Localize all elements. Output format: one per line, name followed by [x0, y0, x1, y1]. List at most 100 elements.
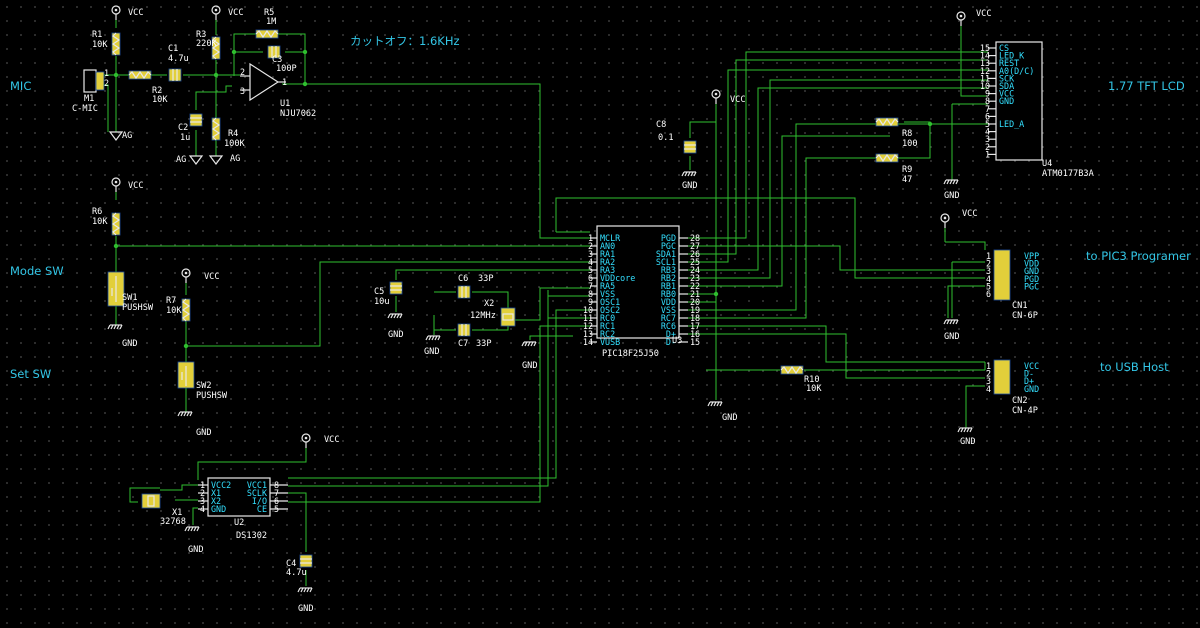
u2-pin-signal: CE: [257, 504, 267, 514]
ref-c5: C5: [374, 287, 384, 297]
val-r8: 100: [902, 139, 918, 149]
ref-u3: U3: [672, 336, 682, 346]
gnd-label: GND: [122, 339, 138, 349]
tft-label: 1.77 TFT LCD: [1108, 79, 1185, 93]
ref-r9: R9: [902, 165, 912, 175]
vcc-label: VCC: [228, 8, 244, 18]
u2-pin-number: 4: [200, 504, 205, 514]
usb-host-label: to USB Host: [1100, 360, 1169, 374]
val-r4: 100K: [224, 139, 246, 149]
u4-pin-number: 1: [985, 149, 990, 159]
mic-m1: [83, 69, 105, 93]
val-r2: 10K: [152, 95, 168, 105]
ref-r7: R7: [166, 296, 176, 306]
ref-u1: U1: [280, 99, 290, 109]
ref-sw2: SW2: [196, 381, 212, 391]
val-sw1: PUSHSW: [122, 303, 154, 313]
u1-pin-3: 3: [240, 86, 245, 96]
ag-label: AG: [230, 154, 240, 164]
val-r3: 220K: [196, 39, 218, 49]
ref-u4: U4: [1042, 159, 1052, 169]
programmer-label: to PIC3 Programer: [1086, 249, 1191, 263]
u2-pin-signal: GND: [211, 504, 226, 514]
val-c1: 4.7u: [168, 54, 189, 64]
val-cn2: CN-4P: [1012, 406, 1038, 416]
val-u1: NJU7062: [280, 109, 316, 119]
gnd-label: GND: [196, 428, 212, 438]
gnd-label: GND: [424, 347, 440, 357]
val-x1: 32768: [160, 517, 186, 527]
val-c7: 33P: [476, 339, 492, 349]
cn1-pin-signal: PGC: [1024, 281, 1039, 291]
gnd-label: GND: [522, 361, 538, 371]
u1-pin-2: 2: [240, 67, 245, 77]
gnd-label: GND: [944, 332, 960, 342]
val-r5: 1M: [266, 17, 276, 27]
vcc-label: VCC: [324, 435, 340, 445]
schematic-svg: 1 MCLR2 AN03 RA14 RA25 RA36 VDDcore7 RA58 VSS9 OS…: [10, 5, 1191, 614]
vcc-label: VCC: [962, 209, 978, 219]
vcc-label: VCC: [730, 95, 746, 105]
ref-c7: C7: [458, 339, 468, 349]
val-r9: 47: [902, 175, 912, 185]
ref-cn2: CN2: [1012, 396, 1028, 406]
gnd-label: GND: [298, 604, 314, 614]
ref-cn1: CN1: [1012, 301, 1028, 311]
val-sw2: PUSHSW: [196, 391, 228, 401]
val-r7: 10K: [166, 306, 182, 316]
ref-c8: C8: [656, 120, 666, 130]
m1-pin-1: 1: [104, 68, 109, 78]
val-r10: 10K: [806, 384, 822, 394]
m1-pin-2: 2: [104, 78, 109, 88]
gnd-label: GND: [388, 330, 404, 340]
cn2-pin-number: 4: [986, 384, 991, 394]
mic-label: MIC: [10, 79, 31, 93]
val-r1: 10K: [92, 40, 108, 50]
u1-pin-1: 1: [282, 77, 287, 87]
ref-m1: M1: [84, 94, 94, 104]
val-u3: PIC18F25J50: [602, 349, 659, 359]
mode-sw-label: Mode SW: [10, 264, 64, 278]
u2-pin-number: 5: [274, 504, 279, 514]
val-c8: 0.1: [658, 133, 674, 143]
vcc-label: VCC: [976, 9, 992, 19]
val-c6: 33P: [478, 274, 494, 284]
ag-label: AG: [122, 131, 132, 141]
ref-r6: R6: [92, 207, 102, 217]
u3-pin-number: 14: [583, 337, 593, 347]
ref-x2: X2: [484, 299, 494, 309]
val-x2: 12MHz: [470, 311, 496, 321]
ref-sw1: SW1: [122, 293, 138, 303]
val-cn1: CN-6P: [1012, 311, 1038, 321]
schematic-canvas: 1 MCLR 2 AN0 3 RA1 4 RA2 5 RA3 6 VDDcore 7 RA5 8 VSS 9 OS…: [0, 0, 1200, 628]
ref-u2: U2: [234, 518, 244, 528]
gnd-label: GND: [960, 437, 976, 447]
vcc-label: VCC: [204, 272, 220, 282]
ref-c1: C1: [168, 44, 178, 54]
val-c4: 4.7u: [286, 568, 307, 578]
set-sw-label: Set SW: [10, 367, 51, 381]
ref-r1: R1: [92, 30, 102, 40]
val-c3: 100P: [276, 64, 297, 74]
val-c2: 1u: [180, 133, 190, 143]
ref-c2: C2: [178, 123, 188, 133]
val-m1: C-MIC: [72, 104, 98, 114]
val-u4: ATM0177B3A: [1042, 169, 1095, 179]
u3-pin-signal: VUSB: [600, 337, 620, 347]
conn-cn2: [993, 359, 1011, 395]
gnd-label: GND: [722, 413, 738, 423]
u4-pin-signal: GND: [999, 96, 1014, 106]
gnd-label: GND: [682, 181, 698, 191]
ref-r8: R8: [902, 129, 912, 139]
u3-pin-number: 15: [690, 337, 700, 347]
u4-pin-signal: LED_A: [999, 119, 1024, 129]
val-c5: 10u: [374, 297, 390, 307]
val-r6: 10K: [92, 217, 108, 227]
vcc-label: VCC: [128, 8, 144, 18]
switches: [107, 271, 195, 389]
ag-label: AG: [176, 155, 186, 165]
conn-cn1: [993, 249, 1011, 301]
ref-r4: R4: [228, 129, 238, 139]
vcc-label: VCC: [128, 181, 144, 191]
cn1-pin-number: 6: [986, 289, 991, 299]
